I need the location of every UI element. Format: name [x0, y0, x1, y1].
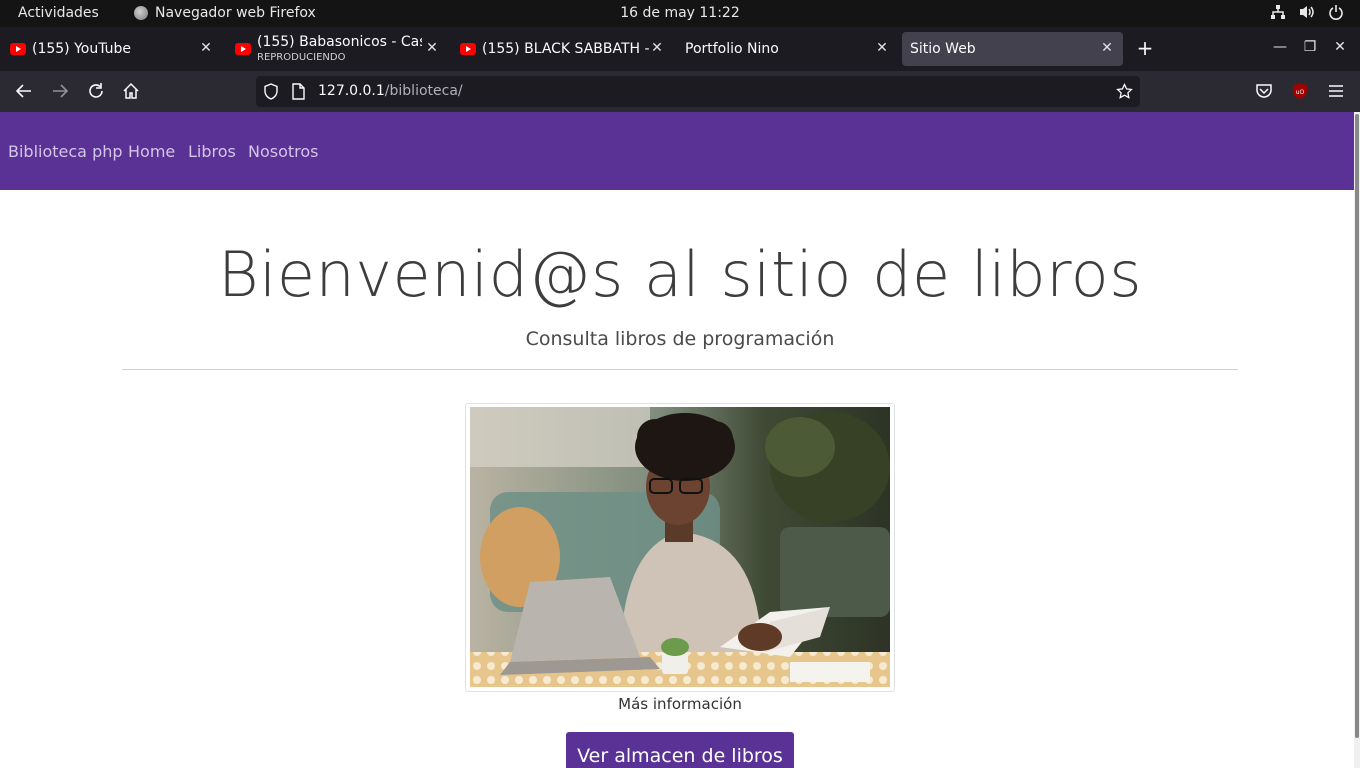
youtube-icon — [235, 43, 251, 55]
youtube-icon — [460, 43, 476, 55]
hero-image — [470, 407, 890, 687]
tab-close-icon[interactable]: ✕ — [649, 40, 665, 56]
browser-toolbar: 127.0.0.1/biblioteca/ uO — [0, 71, 1360, 112]
image-caption: Más información — [618, 695, 742, 713]
url-host: 127.0.0.1 — [318, 83, 385, 99]
reload-icon[interactable] — [87, 82, 105, 100]
tab-title: (155) YouTube — [32, 41, 132, 57]
url-path: /biblioteca/ — [384, 83, 463, 99]
nav-libros-link[interactable]: Libros — [188, 142, 236, 161]
tab-title: (155) Babasonicos - Casi ( — [257, 34, 422, 50]
view-books-button[interactable]: Ver almacen de libros — [566, 732, 794, 768]
tab-close-icon[interactable]: ✕ — [424, 40, 440, 56]
firefox-icon — [134, 6, 148, 20]
home-icon[interactable] — [122, 82, 140, 100]
tab-black-sabbath[interactable]: (155) BLACK SABBATH - N ✕ — [460, 32, 670, 66]
system-tray[interactable] — [1270, 4, 1344, 20]
tab-title: Sitio Web — [910, 41, 976, 57]
system-top-bar: Actividades Navegador web Firefox 16 de … — [0, 0, 1360, 27]
divider — [122, 369, 1238, 370]
page-scrollbar[interactable] — [1354, 112, 1360, 768]
app-menu[interactable]: Navegador web Firefox — [134, 5, 316, 21]
nav-home-link[interactable]: Home — [128, 142, 175, 161]
forward-icon[interactable] — [51, 82, 69, 100]
page-title: Bienvenid@s al sitio de libros — [218, 238, 1142, 311]
page-icon[interactable] — [291, 83, 305, 100]
power-icon — [1329, 5, 1343, 20]
app-name: Navegador web Firefox — [155, 5, 316, 21]
shield-icon[interactable] — [263, 83, 279, 100]
activities-button[interactable]: Actividades — [18, 5, 99, 21]
web-page: Biblioteca php Home Libros Nosotros Bien… — [0, 112, 1354, 768]
new-tab-button[interactable]: + — [1136, 38, 1154, 58]
back-icon[interactable] — [15, 82, 33, 100]
tab-portfolio[interactable]: Portfolio Nino ✕ — [685, 32, 895, 66]
bookmark-star-icon[interactable] — [1116, 83, 1133, 100]
volume-icon — [1300, 6, 1314, 18]
restore-icon[interactable]: ❐ — [1302, 39, 1318, 55]
url-text[interactable]: 127.0.0.1/biblioteca/ — [318, 83, 463, 99]
page-subtitle: Consulta libros de programación — [525, 328, 835, 350]
tab-sitio-web[interactable]: Sitio Web ✕ — [902, 32, 1123, 66]
scrollbar-thumb[interactable] — [1355, 114, 1359, 738]
site-navbar: Biblioteca php Home Libros Nosotros — [0, 112, 1354, 190]
tab-playing-label: REPRODUCIENDO — [257, 52, 346, 63]
address-bar[interactable]: 127.0.0.1/biblioteca/ — [256, 76, 1140, 107]
nav-nosotros-link[interactable]: Nosotros — [248, 142, 319, 161]
pocket-icon[interactable] — [1255, 82, 1273, 100]
tab-strip: (155) YouTube ✕ (155) Babasonicos - Casi… — [0, 27, 1360, 71]
close-window-icon[interactable]: ✕ — [1332, 39, 1348, 55]
tab-close-icon[interactable]: ✕ — [874, 40, 890, 56]
tab-title: (155) BLACK SABBATH - N — [482, 41, 650, 57]
svg-text:uO: uO — [1296, 89, 1305, 96]
ublock-origin-icon[interactable]: uO — [1291, 82, 1309, 100]
tab-babasonicos[interactable]: (155) Babasonicos - Casi ( REPRODUCIENDO… — [235, 32, 445, 66]
tab-title: Portfolio Nino — [685, 41, 779, 57]
minimize-icon[interactable]: — — [1272, 39, 1288, 55]
network-icon — [1271, 5, 1285, 19]
menu-icon[interactable] — [1327, 82, 1345, 100]
site-brand-link[interactable]: Biblioteca php — [8, 142, 123, 161]
youtube-icon — [10, 43, 26, 55]
tab-close-icon[interactable]: ✕ — [198, 40, 214, 56]
tab-youtube[interactable]: (155) YouTube ✕ — [10, 32, 220, 66]
tab-close-icon[interactable]: ✕ — [1099, 40, 1115, 56]
